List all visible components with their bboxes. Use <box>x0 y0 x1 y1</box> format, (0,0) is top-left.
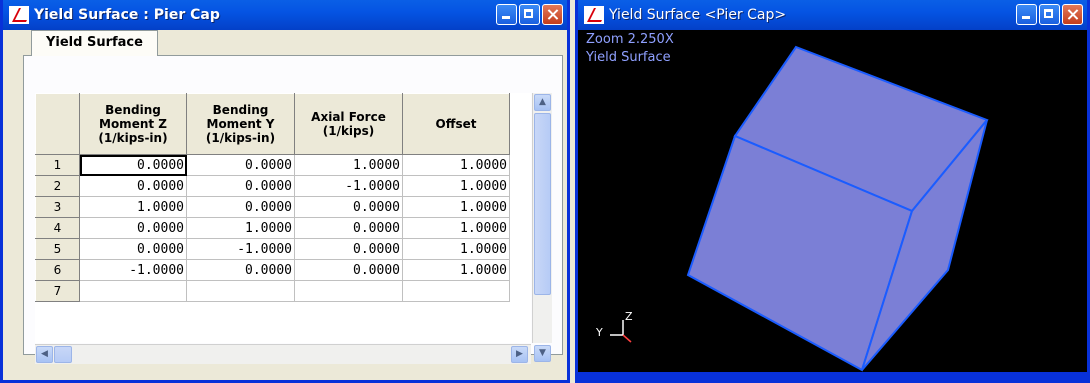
column-header[interactable]: Axial Force (1/kips) <box>294 93 403 155</box>
header-line: (1/kips) <box>322 124 375 138</box>
header-line: (1/kips-in) <box>98 131 168 145</box>
header-line: Bending <box>105 103 161 117</box>
table-cell[interactable]: 1.0000 <box>402 154 510 176</box>
close-button[interactable] <box>542 4 563 25</box>
table-cell[interactable]: 0.0000 <box>186 196 295 218</box>
header-line: Moment Z <box>99 117 167 131</box>
table-cell[interactable]: 1.0000 <box>186 217 295 239</box>
column-header[interactable]: Bending Moment Z (1/kips-in) <box>79 93 187 155</box>
row-header[interactable]: 2 <box>35 175 80 197</box>
table-cell[interactable]: 1.0000 <box>402 259 510 281</box>
column-header[interactable]: Bending Moment Y (1/kips-in) <box>186 93 295 155</box>
table-cell[interactable]: 1.0000 <box>294 154 403 176</box>
corner-header[interactable] <box>35 93 80 155</box>
yield-surface-table-window: Yield Surface : Pier Cap Yield Surface B… <box>0 0 570 383</box>
table-row[interactable]: 3 1.0000 0.0000 0.0000 1.0000 <box>35 196 510 218</box>
app-logo-icon <box>584 6 604 24</box>
row-header[interactable]: 7 <box>35 280 80 302</box>
column-header[interactable]: Offset <box>402 93 510 155</box>
scroll-left-button[interactable]: ◀ <box>36 346 53 363</box>
table-cell[interactable]: 0.0000 <box>79 238 187 260</box>
table-row[interactable]: 4 0.0000 1.0000 0.0000 1.0000 <box>35 217 510 239</box>
table-cell[interactable]: 0.0000 <box>79 217 187 239</box>
table-row[interactable]: 6 -1.0000 0.0000 0.0000 1.0000 <box>35 259 510 281</box>
table-cell[interactable]: 1.0000 <box>402 175 510 197</box>
table-cell[interactable]: 0.0000 <box>79 175 187 197</box>
table-cell[interactable]: -1.0000 <box>294 175 403 197</box>
close-button[interactable] <box>1062 4 1083 25</box>
header-line: Offset <box>435 117 477 131</box>
row-header[interactable]: 4 <box>35 217 80 239</box>
table-cell[interactable]: 0.0000 <box>294 196 403 218</box>
minimize-button[interactable] <box>1016 4 1037 25</box>
tab-yield-surface[interactable]: Yield Surface <box>31 30 158 56</box>
minimize-button[interactable] <box>496 4 517 25</box>
table-row[interactable]: 1 0.0000 0.0000 1.0000 1.0000 <box>35 154 510 176</box>
window-title: Yield Surface <Pier Cap> <box>609 7 787 23</box>
table-cell[interactable]: 0.0000 <box>186 154 295 176</box>
window-title: Yield Surface : Pier Cap <box>34 7 220 23</box>
axis-label: Y <box>595 326 603 339</box>
title-bar[interactable]: Yield Surface <Pier Cap> <box>578 0 1087 30</box>
scroll-right-button[interactable]: ▶ <box>511 346 528 363</box>
scroll-thumb-vertical[interactable] <box>534 113 551 295</box>
table-cell[interactable]: 1.0000 <box>79 196 187 218</box>
table-cell[interactable]: -1.0000 <box>79 259 187 281</box>
header-line: (1/kips-in) <box>205 131 276 145</box>
table-cell[interactable]: 0.0000 <box>294 238 403 260</box>
table-cell[interactable]: 1.0000 <box>402 217 510 239</box>
yield-surface-view-window: Yield Surface <Pier Cap> Zoom 2.250X Yie… <box>575 0 1090 383</box>
scroll-up-button[interactable]: ▲ <box>534 94 551 111</box>
header-line: Bending <box>212 103 269 117</box>
table-cell[interactable] <box>79 280 187 302</box>
table-row[interactable]: 7 <box>35 280 510 302</box>
header-line: Moment Y <box>206 117 275 131</box>
yield-surface-grid[interactable]: Bending Moment Z (1/kips-in) Bending Moment… <box>35 93 531 343</box>
maximize-button[interactable] <box>1039 4 1060 25</box>
app-logo-icon <box>9 6 29 24</box>
3d-viewport[interactable]: Zoom 2.250X Yield Surface Y Z <box>578 30 1087 372</box>
table-cell[interactable]: 0.0000 <box>79 154 187 176</box>
table-cell[interactable]: -1.0000 <box>186 238 295 260</box>
cube-graphic: Y Z <box>595 45 989 372</box>
table-cell[interactable]: 0.0000 <box>186 259 295 281</box>
data-table: Bending Moment Z (1/kips-in) Bending Moment… <box>35 93 510 302</box>
table-cell[interactable]: 1.0000 <box>402 196 510 218</box>
row-header[interactable]: 1 <box>35 154 80 176</box>
vertical-scrollbar[interactable]: ▲ <box>532 93 552 343</box>
table-cell[interactable] <box>294 280 403 302</box>
table-row[interactable]: 5 0.0000 -1.0000 0.0000 1.0000 <box>35 238 510 260</box>
horizontal-scrollbar[interactable]: ◀ ▶ <box>35 344 531 364</box>
table-cell[interactable]: 0.0000 <box>294 217 403 239</box>
header-row: Bending Moment Z (1/kips-in) Bending Moment… <box>35 93 510 155</box>
axis-triad-icon: Y Z <box>595 310 633 343</box>
table-cell[interactable] <box>402 280 510 302</box>
row-header[interactable]: 5 <box>35 238 80 260</box>
header-line: Axial Force <box>311 110 386 124</box>
maximize-button[interactable] <box>519 4 540 25</box>
table-cell[interactable]: 1.0000 <box>402 238 510 260</box>
table-row[interactable]: 2 0.0000 0.0000 -1.0000 1.0000 <box>35 175 510 197</box>
scroll-thumb-horizontal[interactable] <box>54 346 72 363</box>
row-header[interactable]: 3 <box>35 196 80 218</box>
title-bar[interactable]: Yield Surface : Pier Cap <box>3 0 567 30</box>
axis-label: Z <box>625 310 633 323</box>
scroll-down-button[interactable]: ▼ <box>534 345 551 362</box>
table-cell[interactable]: 0.0000 <box>186 175 295 197</box>
row-header[interactable]: 6 <box>35 259 80 281</box>
table-cell[interactable] <box>186 280 295 302</box>
table-cell[interactable]: 0.0000 <box>294 259 403 281</box>
